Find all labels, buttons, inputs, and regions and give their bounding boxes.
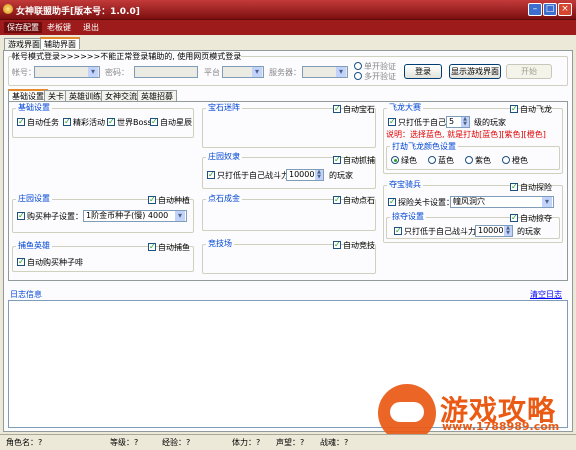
plunder-power-spinner[interactable]: 10000 ▲ ▼ bbox=[475, 225, 513, 237]
slave-power-spinner[interactable]: 10000 ▲ ▼ bbox=[286, 169, 324, 181]
status-level: 等级：? bbox=[110, 438, 139, 447]
plunder-title: 掠夺设置 bbox=[390, 212, 426, 221]
gamepad-shape-icon bbox=[390, 402, 424, 422]
menu-exit[interactable]: 退出 bbox=[80, 22, 102, 33]
auto-dragon-checkbox[interactable]: 自动飞龙 bbox=[510, 103, 552, 115]
app-icon bbox=[3, 4, 13, 14]
auto-catch-checkbox[interactable]: 自动抓捕 bbox=[333, 154, 375, 166]
dragon-level-suffix: 级的玩家 bbox=[474, 118, 506, 127]
event-checkbox[interactable]: 精彩活动 bbox=[63, 116, 105, 128]
auto-gem-checkbox[interactable]: 自动宝石 bbox=[333, 103, 375, 115]
auto-arena-checkbox[interactable]: 自动竞技 bbox=[333, 239, 375, 251]
tab-basic-settings[interactable]: 基础设置 bbox=[8, 89, 48, 101]
dragon-note: 说明：选择蓝色, 就是打劫[蓝色][紫色][橙色] bbox=[386, 130, 546, 139]
basic-title: 基础设置 bbox=[16, 103, 52, 112]
platform-label: 平台 bbox=[204, 68, 220, 77]
tab-assist-view[interactable]: 辅助界面 bbox=[40, 37, 80, 49]
password-input[interactable] bbox=[134, 66, 198, 78]
login-button[interactable]: 登录 bbox=[404, 64, 442, 79]
dragon-color-title: 打劫飞龙颜色设置 bbox=[390, 142, 458, 151]
slave-only-hit-checkbox[interactable]: 只打低于自己战斗力 bbox=[207, 169, 289, 181]
close-icon[interactable]: × bbox=[558, 3, 572, 16]
color-blue-radio[interactable]: 蓝色 bbox=[428, 155, 454, 166]
status-bar: 角色名：? 等级：? 经验：? 体力：? 声望：? 战魂：? bbox=[0, 434, 576, 450]
auto-plunder-checkbox[interactable]: 自动掠夺 bbox=[510, 212, 552, 224]
spinner-arrows-icon[interactable]: ▲ ▼ bbox=[315, 170, 323, 180]
dragon-only-hit-checkbox[interactable]: 只打低于自己 bbox=[388, 116, 446, 128]
account-label: 帐号： bbox=[12, 68, 36, 77]
start-button[interactable]: 开始 bbox=[506, 64, 552, 79]
fishing-title: 捕鱼英雄 bbox=[16, 241, 52, 250]
color-orange-radio[interactable]: 橙色 bbox=[502, 155, 528, 166]
auto-star-checkbox[interactable]: 自动星辰 bbox=[150, 116, 192, 128]
status-stamina: 体力：? bbox=[232, 438, 261, 447]
tab-game-view[interactable]: 游戏界面 bbox=[4, 38, 44, 50]
auto-explore-checkbox[interactable]: 自动探险 bbox=[510, 181, 552, 193]
clear-log-link[interactable]: 清空日志 bbox=[530, 289, 562, 300]
account-select[interactable] bbox=[34, 66, 100, 78]
menu-boss-key[interactable]: 老板键 bbox=[44, 22, 74, 33]
title-bar: 女神联盟助手[版本号：1.0.0] – □ × bbox=[0, 0, 576, 20]
explore-level-checkbox[interactable]: 探险关卡设置： bbox=[388, 196, 454, 208]
treasure-hunt-title: 夺宝骑兵 bbox=[387, 180, 423, 189]
status-exp: 经验：? bbox=[162, 438, 191, 447]
login-title: 帐号模式登录>>>>>>不能正常登录辅助的, 使用网页模式登录 bbox=[12, 51, 242, 62]
status-combat: 战魂：? bbox=[320, 438, 349, 447]
color-purple-radio[interactable]: 紫色 bbox=[465, 155, 491, 166]
dragon-title: 飞龙大赛 bbox=[387, 103, 423, 112]
slave-players-label: 的玩家 bbox=[329, 171, 353, 180]
log-title: 日志信息 bbox=[10, 290, 42, 299]
seed-select[interactable]: 1阶金币种子(慢) 4000 bbox=[83, 210, 187, 222]
server-label: 服务器： bbox=[269, 68, 301, 77]
status-name: 角色名：? bbox=[6, 438, 43, 447]
window-title: 女神联盟助手[版本号：1.0.0] bbox=[16, 7, 140, 17]
watermark-url: www.1788989.com bbox=[442, 420, 560, 433]
spinner-arrows-icon[interactable]: ▲ ▼ bbox=[504, 226, 512, 236]
plunder-only-hit-checkbox[interactable]: 只打低于自己战斗力 bbox=[394, 225, 476, 237]
explore-level-select[interactable]: 幢风洞穴 bbox=[450, 196, 554, 208]
minimize-icon[interactable]: – bbox=[528, 3, 542, 16]
auto-plant-checkbox[interactable]: 自动种植 bbox=[148, 194, 190, 206]
server-select[interactable] bbox=[302, 66, 348, 78]
slave-title: 庄园奴隶 bbox=[206, 152, 242, 161]
show-game-button[interactable]: 显示游戏界面 bbox=[449, 64, 501, 79]
platform-select[interactable] bbox=[222, 66, 264, 78]
plunder-players-label: 的玩家 bbox=[517, 227, 541, 236]
arena-title: 竞技场 bbox=[206, 239, 234, 248]
menu-save-config[interactable]: 保存配置 bbox=[4, 22, 42, 33]
spinner-arrows-icon[interactable]: ▲ ▼ bbox=[461, 117, 469, 127]
dragon-level-spinner[interactable]: 5 ▲ ▼ bbox=[446, 116, 470, 128]
auto-buy-seed-checkbox[interactable]: 自动购买种子啡 bbox=[17, 256, 83, 268]
stone-title: 点石成金 bbox=[206, 194, 242, 203]
auto-fish-checkbox[interactable]: 自动捕鱼 bbox=[148, 241, 190, 253]
auto-stone-checkbox[interactable]: 自动点石 bbox=[333, 194, 375, 206]
status-fame: 声望：? bbox=[276, 438, 305, 447]
auto-task-checkbox[interactable]: 自动任务 bbox=[17, 116, 59, 128]
buy-seed-checkbox[interactable]: 购买种子设置： bbox=[17, 210, 83, 222]
verify-multi-radio[interactable]: 多开验证 bbox=[354, 71, 396, 82]
color-green-radio[interactable]: 绿色 bbox=[391, 155, 417, 166]
password-label: 密码： bbox=[105, 68, 129, 77]
menu-bar: 保存配置 老板键 退出 bbox=[0, 20, 576, 35]
treasure-title: 宝石迷阵 bbox=[206, 103, 242, 112]
world-boss-checkbox[interactable]: 世界Boss bbox=[107, 116, 152, 128]
manor-title: 庄园设置 bbox=[16, 194, 52, 203]
maximize-icon[interactable]: □ bbox=[543, 3, 557, 16]
